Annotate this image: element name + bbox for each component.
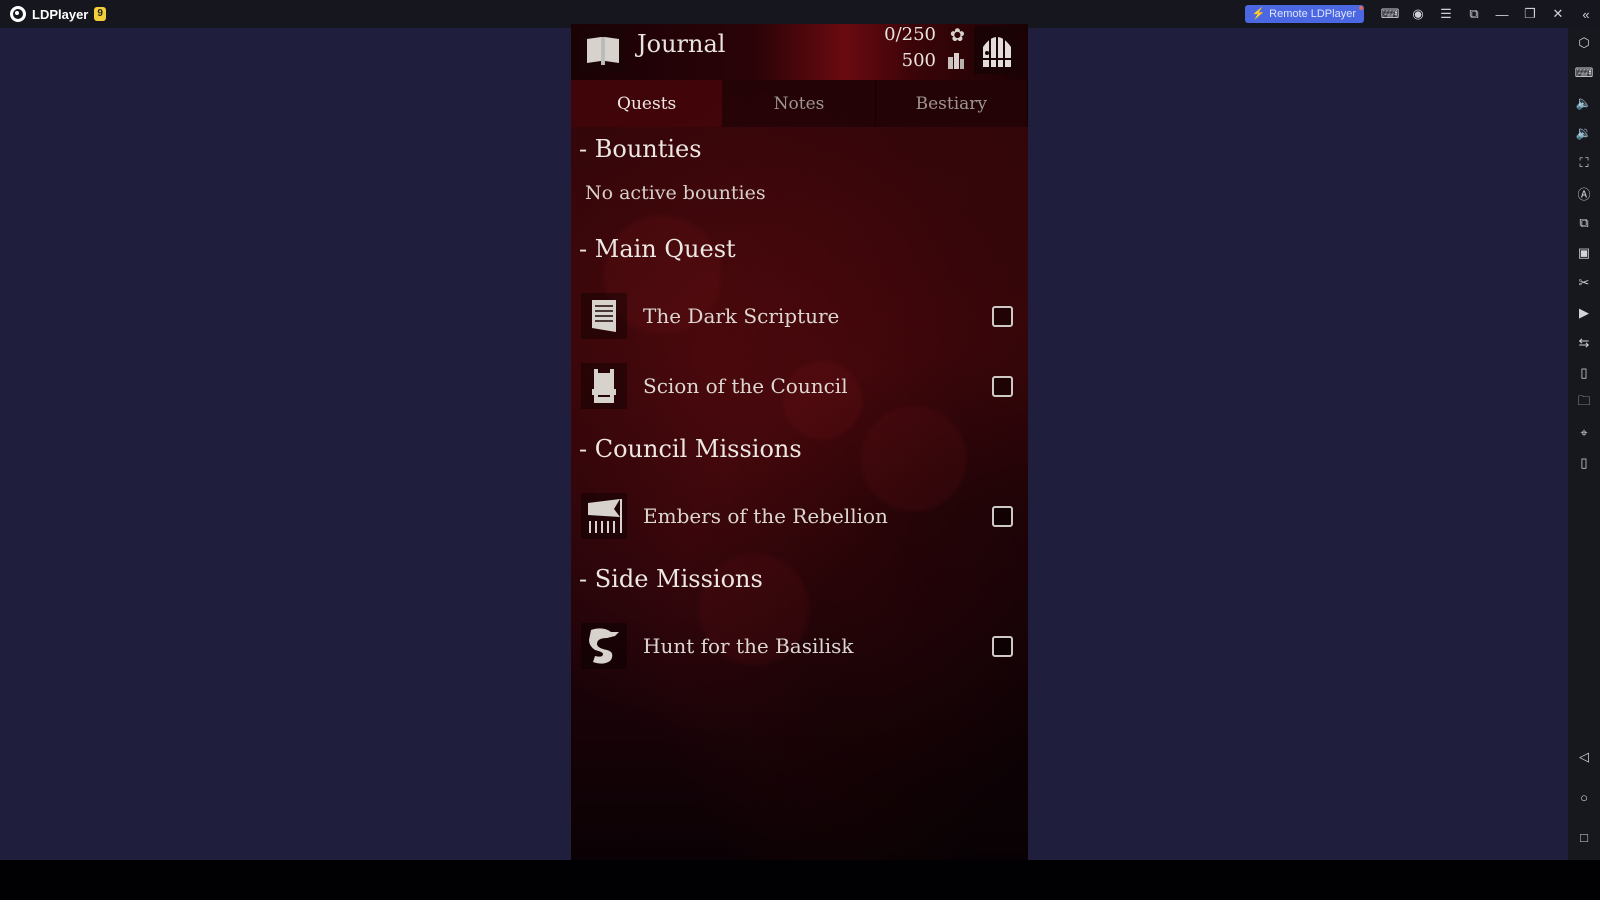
menu-icon[interactable]: ☰ xyxy=(1432,0,1460,28)
coin-stack-icon xyxy=(947,51,965,69)
quest-label: Scion of the Council xyxy=(643,374,848,398)
fullscreen-icon[interactable]: ⛶ xyxy=(1568,148,1600,178)
tab-notes[interactable]: Notes xyxy=(723,80,876,127)
quest-checkbox[interactable] xyxy=(992,505,1013,527)
journal-book-icon xyxy=(581,28,625,72)
journal-header: Journal 0/250 ✿ 500 xyxy=(571,24,1028,80)
minimize-icon[interactable]: — xyxy=(1488,0,1516,28)
app-name: LDPlayer xyxy=(32,6,89,22)
quest-label: The Dark Scripture xyxy=(643,304,840,328)
video-record-icon[interactable]: ▶ xyxy=(1568,298,1600,328)
serpent-icon xyxy=(581,623,627,669)
tab-quests[interactable]: Quests xyxy=(571,80,724,127)
remote-ldplayer-label: Remote LDPlayer xyxy=(1269,8,1356,20)
multi-instance-icon[interactable]: ⧉ xyxy=(1568,208,1600,238)
lightning-icon: ⚡ xyxy=(1251,8,1266,20)
location-icon[interactable]: ⌖ xyxy=(1568,418,1600,448)
quest-item[interactable]: Hunt for the Basilisk xyxy=(571,620,1028,672)
quest-label: Embers of the Rebellion xyxy=(643,504,888,528)
journal-tabs: Quests Notes Bestiary xyxy=(571,80,1028,127)
emulator-bottom-bar xyxy=(0,860,1600,900)
ldplayer-logo-icon xyxy=(10,6,26,22)
quest-item[interactable]: Embers of the Rebellion xyxy=(571,490,1028,542)
no-bounties-message: No active bounties xyxy=(585,182,766,204)
section-title-council-missions[interactable]: - Council Missions xyxy=(579,435,802,463)
brand: LDPlayer 9 xyxy=(10,6,106,22)
remote-ldplayer-button[interactable]: ⚡ Remote LDPlayer xyxy=(1245,5,1364,23)
shake-icon[interactable]: ▯ xyxy=(1568,358,1600,388)
gamepad-icon[interactable]: ⌨ xyxy=(1376,0,1404,28)
keyboard-icon[interactable]: ⌨ xyxy=(1568,58,1600,88)
rotate-icon[interactable]: ▯ xyxy=(1568,448,1600,478)
recents-icon[interactable]: □ xyxy=(1568,822,1600,852)
volume-down-icon[interactable]: 🔉 xyxy=(1568,118,1600,148)
section-title-main-quest[interactable]: - Main Quest xyxy=(579,235,736,263)
scroll-icon xyxy=(581,293,627,339)
throne-icon xyxy=(581,363,627,409)
quest-checkbox[interactable] xyxy=(992,375,1013,397)
journal-title: Journal xyxy=(637,30,726,58)
version-badge: 9 xyxy=(94,7,106,21)
quest-item[interactable]: The Dark Scripture xyxy=(571,290,1028,342)
home-icon[interactable]: ○ xyxy=(1568,782,1600,812)
banner-icon xyxy=(581,493,627,539)
apk-install-icon[interactable]: ▣ xyxy=(1568,238,1600,268)
account-icon[interactable]: ◉ xyxy=(1404,0,1432,28)
section-title-side-missions[interactable]: - Side Missions xyxy=(579,565,763,593)
close-icon[interactable]: ✕ xyxy=(1544,0,1572,28)
settings-hex-icon[interactable]: ⬡ xyxy=(1568,28,1600,58)
volume-up-icon[interactable]: 🔈 xyxy=(1568,88,1600,118)
folder-icon[interactable]: 🗀 xyxy=(1568,388,1600,418)
auto-rotate-icon[interactable]: Ⓐ xyxy=(1568,178,1600,208)
emulator-sidebar: ⬡ ⌨ 🔈 🔉 ⛶ Ⓐ ⧉ ▣ ✂ ▶ ⇆ ▯ 🗀 ⌖ ▯ ◁ ○ □ xyxy=(1568,28,1600,860)
quest-checkbox[interactable] xyxy=(992,635,1013,657)
scissors-icon[interactable]: ✂ xyxy=(1568,268,1600,298)
stat-secondary: 500 xyxy=(901,50,936,71)
collapse-sidebar-icon[interactable]: « xyxy=(1572,0,1600,28)
flower-star-icon: ✿ xyxy=(949,25,965,45)
vault-door-button[interactable] xyxy=(974,26,1020,74)
tab-bestiary[interactable]: Bestiary xyxy=(875,80,1028,127)
quest-item[interactable]: Scion of the Council xyxy=(571,360,1028,412)
vault-door-icon xyxy=(983,35,1011,67)
quest-label: Hunt for the Basilisk xyxy=(643,634,854,658)
sync-icon[interactable]: ⇆ xyxy=(1568,328,1600,358)
section-title-bounties[interactable]: - Bounties xyxy=(579,135,702,163)
resize-icon[interactable]: ⧉ xyxy=(1460,0,1488,28)
back-icon[interactable]: ◁ xyxy=(1568,742,1600,772)
game-screen: Journal 0/250 ✿ 500 Quests Notes Bestiar… xyxy=(571,24,1028,860)
restore-icon[interactable]: ❐ xyxy=(1516,0,1544,28)
quest-checkbox[interactable] xyxy=(992,305,1013,327)
stat-primary: 0/250 xyxy=(884,24,936,45)
